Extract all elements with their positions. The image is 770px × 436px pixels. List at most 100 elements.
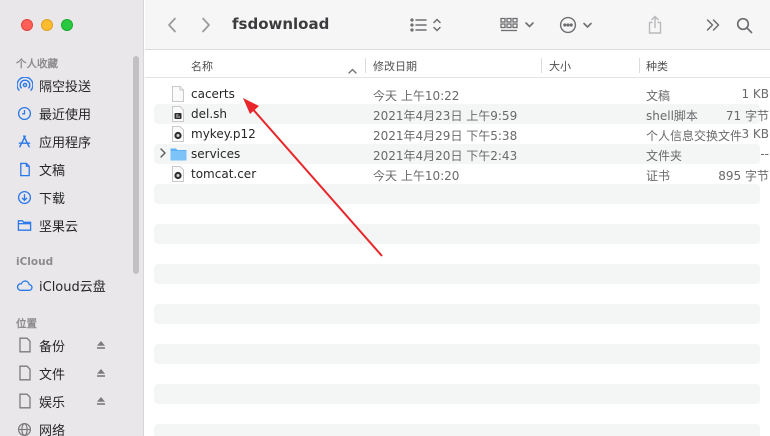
file-row-mykey-p12[interactable]: mykey.p12 2021年4月29日 下午5:38 3 KB 个人信息交换文… [154,124,769,144]
chevron-right-icon [202,17,210,33]
download-icon [16,189,33,206]
empty-row [154,424,760,436]
sidebar-item-network[interactable]: 网络 [16,418,134,436]
folder-icon [170,146,187,162]
sidebar-scrollbar[interactable] [133,56,139,274]
sidebar-section-icloud: iCloud [16,256,54,268]
zoom-window-button[interactable] [61,19,73,31]
minimize-window-button[interactable] [41,19,53,31]
search-icon [736,17,752,33]
sidebar-item-label: 隔空投送 [39,79,92,95]
file-name: tomcat.cer [191,167,257,181]
sidebar-item-files[interactable]: 文件 [16,362,134,384]
sidebar-item-airdrop[interactable]: 隔空投送 [16,74,134,96]
share-button[interactable] [645,13,665,37]
sidebar-item-label: 文稿 [39,163,66,179]
sidebar-item-label: 文件 [39,367,66,383]
applications-icon [16,133,33,150]
action-menu-button[interactable] [557,14,597,36]
sidebar-item-documents[interactable]: 文稿 [16,158,134,180]
disclosure-triangle-icon[interactable] [159,147,167,159]
column-kind-header[interactable]: 种类 [646,58,668,74]
column-date-header[interactable]: 修改日期 [373,58,417,74]
column-header: 名称 修改日期 大小 种类 [145,54,770,78]
network-icon [16,421,33,436]
eject-icon[interactable] [96,339,108,351]
sidebar-item-label: 最近使用 [39,107,92,123]
group-button[interactable] [499,15,537,35]
empty-row [154,264,760,284]
empty-row [154,384,760,404]
group-grid-icon [500,17,534,32]
cloud-icon [16,277,33,294]
sidebar-item-label: 坚果云 [39,219,79,235]
window-title: fsdownload [232,15,330,33]
sidebar-item-nutstore[interactable]: 坚果云 [16,214,134,236]
empty-row [154,224,760,244]
empty-row [154,304,760,324]
file-kind: 文稿 [646,89,671,103]
file-kind: shell脚本 [646,109,698,123]
drive-icon [16,393,33,410]
sidebar-item-recents[interactable]: 最近使用 [16,102,134,124]
sidebar-item-label: 应用程序 [39,135,92,151]
sidebar-section-locations: 位置 [16,318,37,330]
file-row-tomcat-cer[interactable]: tomcat.cer 今天 上午10:20 895 字节 证书 [154,164,769,184]
file-name: del.sh [191,107,228,121]
column-name-header[interactable]: 名称 [191,58,213,74]
file-row-services[interactable]: services 2021年4月20日 下午2:43 -- 文件夹 [154,144,769,164]
file-name: cacerts [191,87,235,101]
close-window-button[interactable] [21,19,33,31]
file-date: 2021年4月20日 下午2:43 [373,149,518,163]
file-size: 895 字节 [718,169,769,183]
sidebar-section-favorites: 个人收藏 [16,58,58,70]
chevron-left-icon [168,17,176,33]
airdrop-icon [16,77,33,94]
sidebar-item-label: iCloud云盘 [39,279,106,295]
drive-icon [16,337,33,354]
file-kind: 文件夹 [646,149,683,163]
sidebar-item-label: 网络 [39,423,66,436]
sidebar-item-label: 下载 [39,191,66,207]
more-toolbar-items-button[interactable] [704,16,722,34]
file-list: 名称 修改日期 大小 种类 cacerts 今天 上午10:22 1 KB 文稿… [145,51,770,436]
document-icon [16,161,33,178]
script-document-icon [171,106,185,122]
file-name: services [191,147,241,161]
file-date: 今天 上午10:22 [373,89,460,103]
file-date: 今天 上午10:20 [373,169,460,183]
forward-button[interactable] [197,15,215,35]
share-icon [648,15,662,34]
sidebar-item-label: 娱乐 [39,395,66,411]
sidebar-item-applications[interactable]: 应用程序 [16,130,134,152]
list-view-button[interactable] [408,15,446,35]
folder-icon [16,217,33,234]
file-kind: 个人信息交换文件 [646,129,743,143]
sidebar-item-backup[interactable]: 备份 [16,334,134,356]
certificate-icon [171,166,185,182]
chevron-double-right-icon [706,19,720,31]
file-row-del-sh[interactable]: del.sh 2021年4月23日 上午9:59 71 字节 shell脚本 [154,104,769,124]
column-divider[interactable] [541,58,542,73]
eject-icon[interactable] [96,395,108,407]
search-button[interactable] [734,15,754,35]
sidebar-item-entertainment[interactable]: 娱乐 [16,390,134,412]
file-date: 2021年4月29日 下午5:38 [373,129,518,143]
certificate-icon [171,126,185,142]
eject-icon[interactable] [96,367,108,379]
column-divider[interactable] [639,58,640,73]
sidebar-item-icloud-drive[interactable]: iCloud云盘 [16,274,134,296]
file-date: 2021年4月23日 上午9:59 [373,109,518,123]
blank-document-icon [171,86,185,102]
clock-icon [16,105,33,122]
file-name: mykey.p12 [191,127,256,141]
back-button[interactable] [163,15,181,35]
column-divider[interactable] [365,58,366,73]
file-row-cacerts[interactable]: cacerts 今天 上午10:22 1 KB 文稿 [154,84,769,104]
more-circle-icon [559,16,592,34]
sidebar: 个人收藏 隔空投送 最近使用 应用程序 文稿 下载 坚果云 iCloud iCl… [0,0,144,436]
file-size: 1 KB [741,87,769,101]
empty-row [154,344,760,364]
column-size-header[interactable]: 大小 [549,58,571,74]
sidebar-item-downloads[interactable]: 下载 [16,186,134,208]
